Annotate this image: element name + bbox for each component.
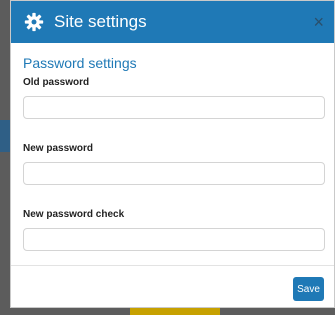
modal-header: Site settings × bbox=[11, 1, 334, 43]
new-password-check-label: New password check bbox=[23, 209, 125, 220]
site-settings-modal: Site settings × Password settings Old pa… bbox=[10, 0, 335, 308]
new-password-label: New password bbox=[23, 143, 94, 154]
modal-title: Site settings bbox=[54, 12, 147, 31]
background-page-element bbox=[0, 120, 10, 152]
gear-icon bbox=[24, 12, 44, 32]
new-password-field[interactable] bbox=[23, 162, 325, 185]
save-button[interactable]: Save bbox=[293, 277, 324, 301]
section-title: Password settings bbox=[23, 55, 137, 71]
modal-footer-divider bbox=[11, 265, 334, 266]
close-icon[interactable]: × bbox=[313, 13, 324, 31]
old-password-field[interactable] bbox=[23, 96, 325, 119]
old-password-label: Old password bbox=[23, 77, 90, 88]
new-password-check-field[interactable] bbox=[23, 228, 325, 251]
modal-body: Password settings Old password New passw… bbox=[11, 43, 334, 251]
